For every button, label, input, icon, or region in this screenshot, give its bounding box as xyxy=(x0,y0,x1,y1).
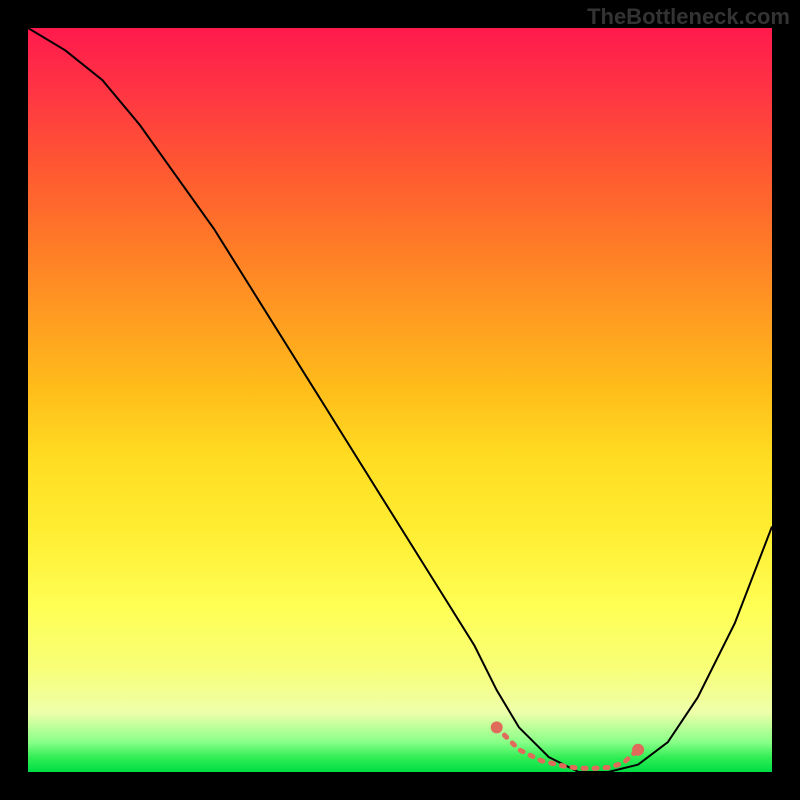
marker-endpoint xyxy=(491,721,503,733)
bottleneck-curve-path xyxy=(28,28,772,772)
chart-plot-area xyxy=(28,28,772,772)
highlight-markers xyxy=(491,721,644,768)
watermark-text: TheBottleneck.com xyxy=(587,4,790,30)
chart-svg xyxy=(28,28,772,772)
marker-endpoint xyxy=(632,744,644,756)
marker-dash-line xyxy=(497,727,638,768)
